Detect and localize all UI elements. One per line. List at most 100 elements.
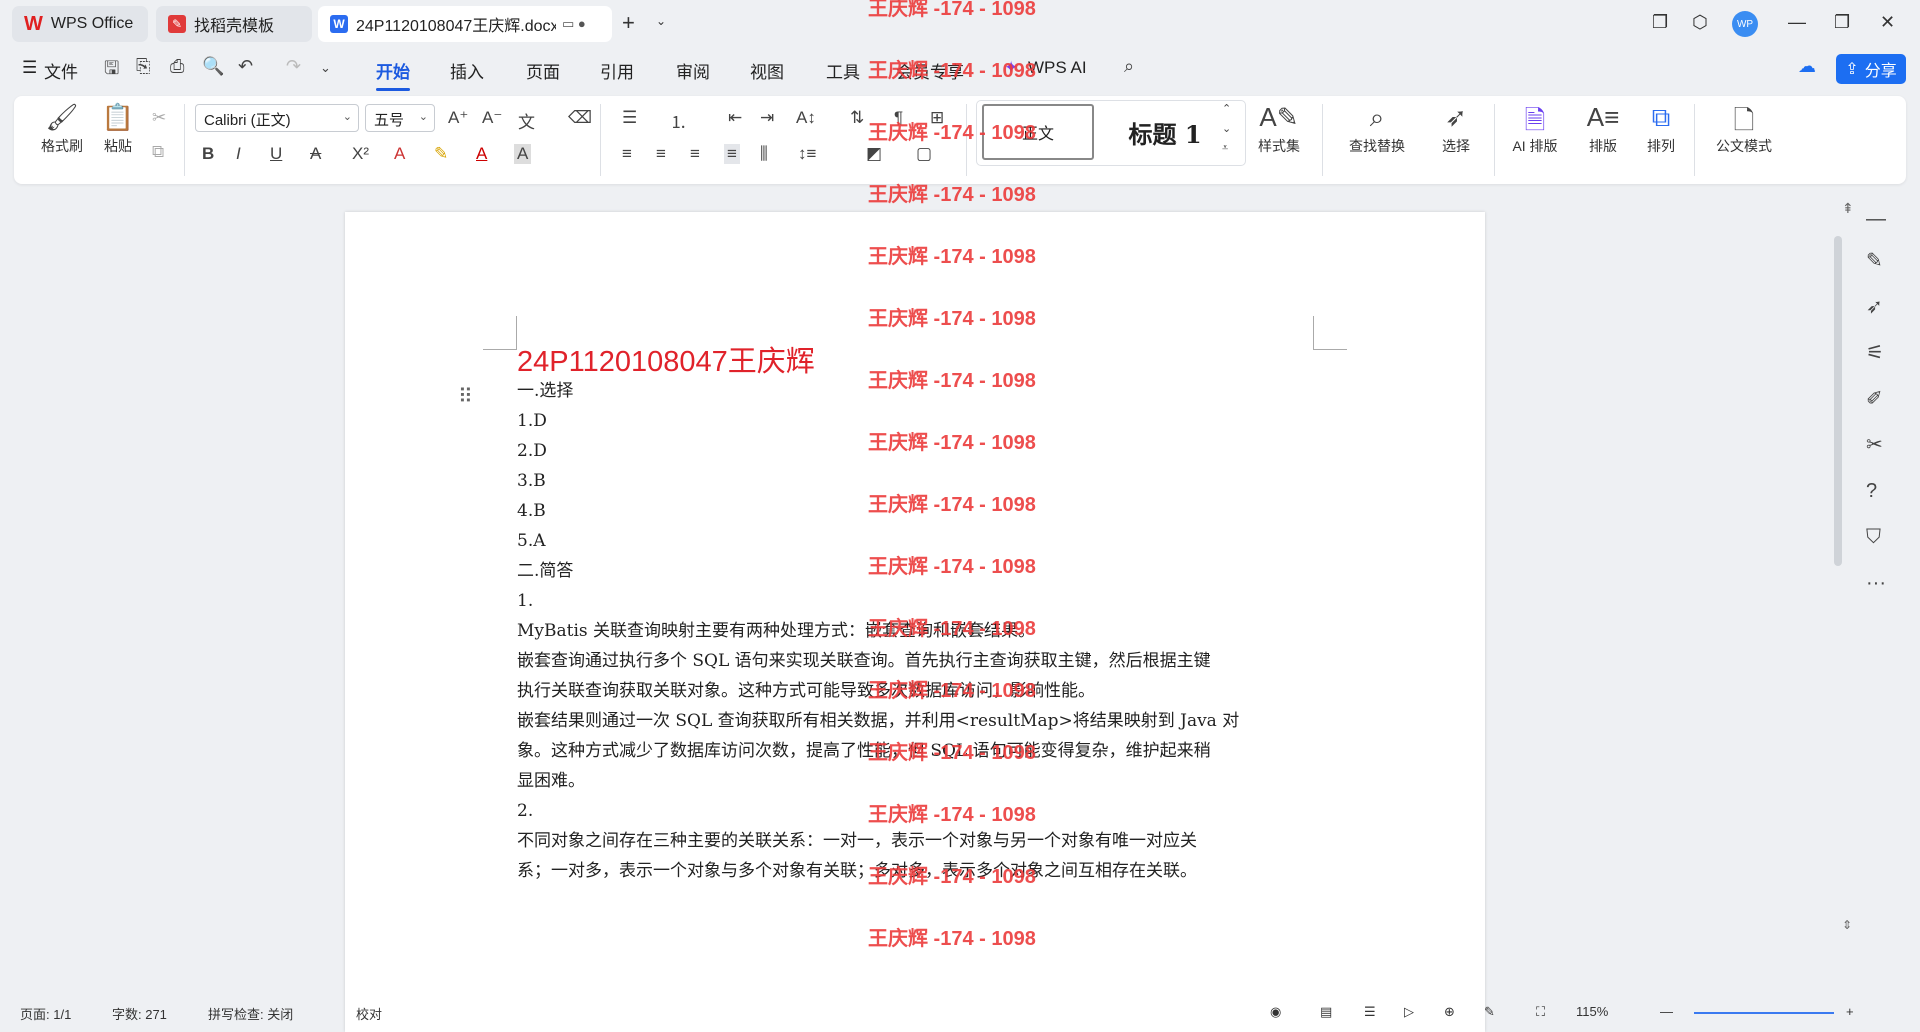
pen-view-icon[interactable]: ✎ xyxy=(1484,1004,1495,1020)
scroll-up-icon[interactable]: ⌃ xyxy=(1222,102,1231,115)
close-button[interactable]: ✕ xyxy=(1880,12,1895,33)
restore-button[interactable]: ❐ xyxy=(1834,12,1850,33)
shirt-icon[interactable]: ⛉ xyxy=(1866,526,1881,549)
line-spacing-icon[interactable]: ↕≡ xyxy=(798,144,816,164)
tab-document[interactable]: W 24P1120108047王庆辉.docx ▭ ● xyxy=(318,6,612,42)
zoom-slider[interactable] xyxy=(1694,1012,1834,1014)
text-effect-icon[interactable]: A xyxy=(394,144,405,164)
more-icon[interactable]: ··· xyxy=(1866,572,1886,595)
highlight-icon[interactable]: ✎ xyxy=(434,144,448,164)
ai-layout-button[interactable]: 🗎 AI 排版 xyxy=(1498,102,1572,156)
scroll-down-icon[interactable]: ⌄ xyxy=(1222,122,1231,135)
page-nav-icon[interactable]: ⇕ xyxy=(1842,918,1852,932)
shrink-font-icon[interactable]: A⁻ xyxy=(482,108,502,128)
pen-icon[interactable]: ✎ xyxy=(1866,248,1883,273)
cut-icon[interactable]: ✂ xyxy=(152,108,166,128)
expand-styles-icon[interactable]: ⩡ xyxy=(1222,142,1228,155)
decrease-indent-icon[interactable]: ⇤ xyxy=(728,108,742,128)
justify-icon[interactable]: ≡ xyxy=(724,144,740,164)
text-direction-icon[interactable]: A↕ xyxy=(796,108,816,128)
copy-icon[interactable]: ⧉ xyxy=(152,142,164,162)
bullet-list-icon[interactable]: ☰ xyxy=(622,108,637,128)
font-size-select[interactable]: 五号 ⌄ xyxy=(365,104,435,132)
play-icon[interactable]: ▷ xyxy=(1404,1004,1414,1020)
align-center-icon[interactable]: ≡ xyxy=(656,144,666,164)
align-left-icon[interactable]: ≡ xyxy=(622,144,632,164)
document-title[interactable]: 24P1120108047王庆辉 xyxy=(517,338,815,380)
vertical-scrollbar[interactable] xyxy=(1834,236,1842,566)
paragraph-shading-icon[interactable]: ◩ xyxy=(866,144,882,164)
cloud-upload-icon[interactable]: ☁ xyxy=(1798,56,1816,77)
font-name-select[interactable]: Calibri (正文) ⌄ xyxy=(195,104,359,132)
adjust-icon[interactable]: ⚟ xyxy=(1866,340,1884,365)
drag-handle-icon[interactable]: ⠿ xyxy=(458,384,473,409)
numbered-list-icon[interactable]: ⒈ xyxy=(670,108,687,133)
cube-icon[interactable]: ⬡ xyxy=(1692,12,1708,33)
save-icon[interactable]: 🖫 xyxy=(104,56,119,86)
outline-view-icon[interactable]: ☰ xyxy=(1364,1004,1376,1020)
help-icon[interactable]: ? xyxy=(1866,480,1877,503)
window-layout-icon[interactable]: ❐ xyxy=(1652,12,1668,33)
menu-wps-ai[interactable]: WPS AI xyxy=(1028,58,1087,78)
grow-font-icon[interactable]: A⁺ xyxy=(448,108,468,128)
align-right-icon[interactable]: ≡ xyxy=(690,144,700,164)
tools-icon[interactable]: ✂ xyxy=(1866,432,1883,457)
minimize-button[interactable]: — xyxy=(1788,12,1806,33)
layout-button[interactable]: A≡ 排版 xyxy=(1576,102,1630,156)
web-view-icon[interactable]: ⊕ xyxy=(1444,1004,1455,1020)
tab-wps-office[interactable]: W WPS Office xyxy=(12,6,148,42)
proof-status[interactable]: 校对 xyxy=(356,1004,382,1023)
page-view-icon[interactable]: ▤ xyxy=(1320,1004,1332,1020)
format-painter-button[interactable]: 🖌 格式刷 xyxy=(38,102,86,156)
superscript-icon[interactable]: X² xyxy=(352,144,369,164)
export-icon[interactable]: ⎘ xyxy=(136,56,150,77)
menu-file[interactable]: 文件 xyxy=(44,58,78,83)
menu-insert[interactable]: 插入 xyxy=(450,58,484,83)
char-shading-icon[interactable]: A xyxy=(514,144,532,164)
fit-icon[interactable]: ⛶ xyxy=(1536,1004,1545,1020)
increase-indent-icon[interactable]: ⇥ xyxy=(760,108,774,128)
select-button[interactable]: ➶ 选择 xyxy=(1426,102,1486,156)
redo-icon[interactable]: ↷ xyxy=(286,56,301,77)
find-replace-button[interactable]: ⌕ 查找替换 xyxy=(1332,102,1422,156)
distribute-icon[interactable]: ⫼ xyxy=(760,144,768,164)
word-count[interactable]: 字数: 271 xyxy=(112,1004,167,1023)
menu-home[interactable]: 开始 xyxy=(376,58,410,91)
menu-view[interactable]: 视图 xyxy=(750,58,784,83)
bold-icon[interactable]: B xyxy=(202,144,214,164)
page-count[interactable]: 页面: 1/1 xyxy=(20,1004,71,1023)
italic-icon[interactable]: I xyxy=(236,144,241,164)
strikethrough-icon[interactable]: A xyxy=(310,144,321,164)
avatar[interactable]: WP xyxy=(1732,11,1758,37)
official-mode-button[interactable]: 🗋 公文模式 xyxy=(1704,102,1784,156)
menu-references[interactable]: 引用 xyxy=(600,58,634,83)
print-icon[interactable]: ⎙ xyxy=(170,56,184,77)
document-line[interactable]: 不同对象之间存在三种主要的关联关系：一对一，表示一个对象与另一个对象有唯一对应关 xyxy=(517,826,1317,856)
arrange-button[interactable]: ⧉ 排列 xyxy=(1634,102,1688,156)
spell-check-status[interactable]: 拼写检查: 关闭 xyxy=(208,1004,293,1023)
print-preview-icon[interactable]: 🔍 xyxy=(202,56,224,77)
border-icon[interactable]: ▢ xyxy=(916,144,932,164)
underline-icon[interactable]: U xyxy=(270,144,282,164)
search-icon[interactable]: ⌕ xyxy=(1124,56,1134,77)
style-heading-1[interactable]: 标题 1 xyxy=(1110,104,1220,160)
document-line[interactable]: 嵌套查询通过执行多个 SQL 语句来实现关联查询。首先执行主查询获取主键，然后根… xyxy=(517,646,1317,676)
paste-button[interactable]: 📋 粘贴 xyxy=(94,102,142,156)
scroll-top-icon[interactable]: ⇞ xyxy=(1842,200,1854,217)
document-line[interactable]: 嵌套结果则通过一次 SQL 查询获取所有相关数据，并利用<resultMap>将… xyxy=(517,706,1317,736)
menu-review[interactable]: 审阅 xyxy=(676,58,710,83)
edit-doc-icon[interactable]: ✐ xyxy=(1866,386,1883,411)
collapse-icon[interactable]: — xyxy=(1866,208,1886,231)
pointer-icon[interactable]: ➶ xyxy=(1866,294,1883,319)
chevron-down-icon[interactable]: ⌄ xyxy=(656,14,666,28)
font-color-icon[interactable]: A xyxy=(476,144,487,164)
menu-tools[interactable]: 工具 xyxy=(826,58,860,83)
phonetic-icon[interactable]: 文 xyxy=(518,108,535,133)
chevron-down-icon[interactable]: ⌄ xyxy=(320,60,331,76)
undo-icon[interactable]: ↶ xyxy=(238,56,253,77)
eye-icon[interactable]: ◉ xyxy=(1270,1004,1281,1020)
sort-icon[interactable]: ⇅ xyxy=(850,108,864,128)
document-line[interactable]: 显困难。 xyxy=(517,766,1317,796)
new-tab-button[interactable]: + xyxy=(622,10,635,36)
hamburger-icon[interactable]: ☰ xyxy=(22,58,37,78)
